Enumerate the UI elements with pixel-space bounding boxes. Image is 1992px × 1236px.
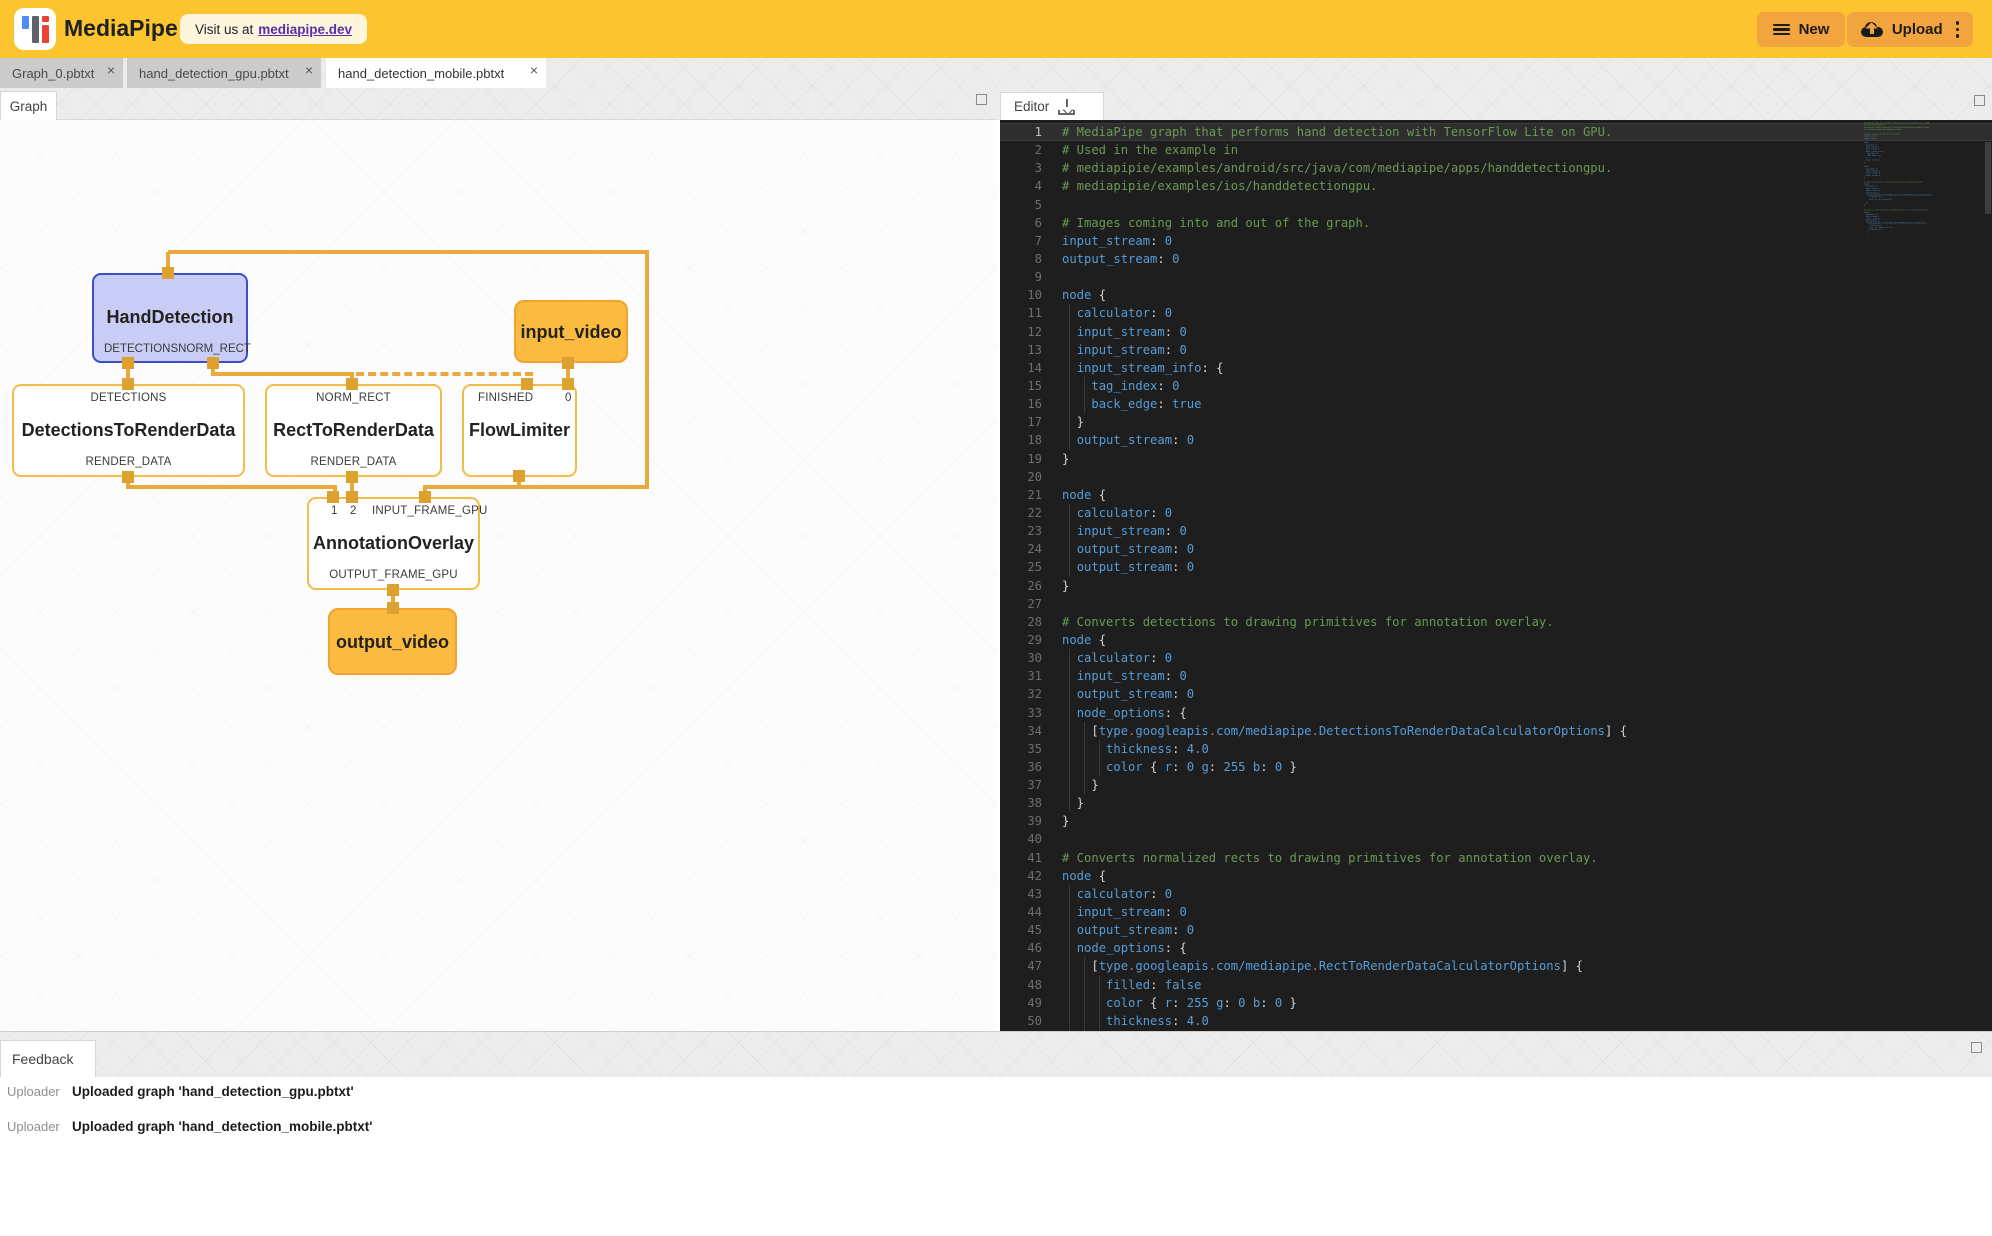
app-header: MediaPipe Visit us at mediapipe.dev New … (0, 0, 1992, 58)
feedback-strip (0, 1031, 1992, 1077)
node-input-port: INPUT_FRAME_GPU (372, 505, 487, 517)
node-output-port: OUTPUT_FRAME_GPU (309, 569, 478, 581)
new-button[interactable]: New (1757, 12, 1845, 47)
editor-scrollbar[interactable] (1985, 142, 1991, 214)
node-input-port: NORM_RECT (267, 392, 440, 404)
node-output-port: RENDER_DATA (267, 456, 440, 468)
node-input-port: 1 (331, 505, 338, 517)
cloud-upload-icon (1861, 22, 1883, 37)
visit-link[interactable]: mediapipe.dev (258, 22, 352, 37)
code-lines: 1# MediaPipe graph that performs hand de… (1000, 123, 1992, 1031)
file-tab-label: Graph_0.pbtxt (12, 66, 94, 81)
file-tab-hand-detection-mobile[interactable]: hand_detection_mobile.pbtxt (326, 58, 546, 88)
upload-button[interactable]: Upload (1847, 12, 1973, 47)
node-title: input_video (516, 322, 626, 343)
node-input-port: 0 (565, 392, 572, 404)
feedback-tab-label: Feedback (12, 1051, 73, 1067)
graph-panel-tab-label: Graph (10, 99, 48, 114)
close-icon[interactable] (305, 63, 313, 77)
node-input-port: 2 (350, 505, 357, 517)
node-title: HandDetection (94, 307, 246, 328)
editor-panel-tab-label: Editor (1014, 99, 1049, 114)
node-output-port: RENDER_DATA (14, 456, 243, 468)
feedback-entry: Uploader Uploaded graph 'hand_detection_… (0, 1119, 1992, 1141)
hamburger-icon (1773, 24, 1790, 36)
node-output-ports: DETECTIONS NORM_RECT (94, 343, 246, 355)
node-output-video[interactable]: output_video (328, 608, 457, 675)
graph-expand-icon[interactable] (976, 94, 987, 105)
feedback-source: Uploader (7, 1084, 60, 1099)
node-title: output_video (330, 632, 455, 653)
node-title: DetectionsToRenderData (14, 420, 243, 441)
node-title: RectToRenderData (267, 420, 440, 441)
file-tab-label: hand_detection_mobile.pbtxt (338, 66, 504, 81)
visit-prefix: Visit us at (195, 22, 253, 37)
close-icon[interactable] (530, 63, 538, 77)
feedback-message: Uploaded graph 'hand_detection_mobile.pb… (72, 1119, 372, 1134)
node-rect-to-render-data[interactable]: NORM_RECT RectToRenderData RENDER_DATA (265, 384, 442, 477)
minimap-content: # MediaPipe graph that performs hand det… (1864, 122, 1976, 233)
editor-minimap[interactable]: # MediaPipe graph that performs hand det… (1864, 122, 1976, 1022)
close-icon[interactable] (107, 63, 115, 77)
upload-menu-kebab-icon[interactable] (1956, 21, 1960, 38)
feedback-entry: Uploader Uploaded graph 'hand_detection_… (0, 1084, 1992, 1106)
editor-expand-icon[interactable] (1974, 95, 1985, 106)
mediapipe-visualizer: MediaPipe Visit us at mediapipe.dev New … (0, 0, 1992, 1236)
app-title: MediaPipe (64, 15, 178, 42)
mediapipe-logo-icon (14, 8, 56, 50)
upload-button-label: Upload (1892, 21, 1943, 38)
editor-panel-tab[interactable]: Editor (1000, 92, 1104, 120)
feedback-message: Uploaded graph 'hand_detection_gpu.pbtxt… (72, 1084, 354, 1099)
node-hand-detection[interactable]: HandDetection DETECTIONS NORM_RECT (92, 273, 248, 363)
node-input-video[interactable]: input_video (514, 300, 628, 363)
node-title: AnnotationOverlay (309, 533, 478, 554)
node-detections-to-render-data[interactable]: DETECTIONS DetectionsToRenderData RENDER… (12, 384, 245, 477)
download-icon[interactable] (1058, 99, 1075, 115)
node-annotation-overlay[interactable]: 1 2 INPUT_FRAME_GPU AnnotationOverlay OU… (307, 497, 480, 590)
new-button-label: New (1799, 21, 1830, 38)
file-tab-graph-0[interactable]: Graph_0.pbtxt (0, 58, 123, 88)
feedback-source: Uploader (7, 1119, 60, 1134)
graph-canvas[interactable]: HandDetection DETECTIONS NORM_RECT input… (0, 119, 997, 1031)
node-flow-limiter[interactable]: FINISHED 0 FlowLimiter (462, 384, 577, 477)
file-tab-hand-detection-gpu[interactable]: hand_detection_gpu.pbtxt (127, 58, 321, 88)
file-tab-label: hand_detection_gpu.pbtxt (139, 66, 289, 81)
node-title: FlowLimiter (464, 420, 575, 441)
code-editor[interactable]: 1# MediaPipe graph that performs hand de… (1000, 120, 1992, 1031)
graph-panel-tab[interactable]: Graph (0, 91, 57, 120)
visit-pill: Visit us at mediapipe.dev (180, 14, 367, 44)
feedback-tab[interactable]: Feedback (0, 1040, 96, 1077)
feedback-expand-icon[interactable] (1971, 1042, 1982, 1053)
node-input-port: FINISHED (478, 392, 533, 404)
node-input-port: DETECTIONS (14, 392, 243, 404)
